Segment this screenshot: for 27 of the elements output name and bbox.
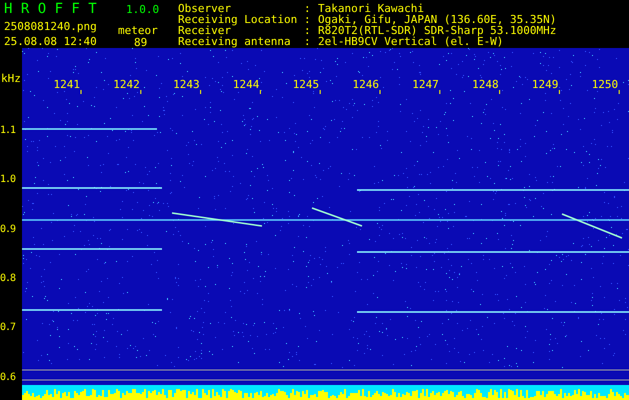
y-axis-label: 0.7 (0, 322, 16, 334)
info-value: 2el-HB9CV Vertical (el. E-W) (318, 36, 504, 47)
info-label: Observer (178, 3, 231, 14)
timestamp: 25.08.08 12:40 (4, 36, 98, 47)
separator: : (304, 25, 312, 36)
separator: : (304, 14, 312, 25)
y-axis-label: 0.9 (0, 224, 16, 236)
file-name: 2508081240.png (4, 21, 98, 32)
y-axis-label: 0.8 (0, 272, 16, 285)
info-value: Takanori Kawachi (318, 3, 424, 14)
y-axis-label: 1.1 (0, 125, 16, 137)
separator: : (304, 36, 312, 47)
separator: : (304, 3, 312, 14)
info-value: R820T2(RTL-SDR) SDR-Sharp 53.1000MHz (318, 25, 556, 36)
info-label: Receiving antenna (178, 36, 292, 47)
y-axis-label: 1.0 (0, 174, 16, 186)
detection-label: meteor (118, 25, 158, 36)
y-axis-label: 0.6 (0, 372, 16, 384)
app-name: H R O F F T (4, 1, 98, 17)
axis-unit-label: kHz (1, 73, 21, 85)
info-label: Receiver (178, 25, 231, 36)
x-axis-label: 1247 (408, 79, 439, 91)
x-axis-label: 1241 (50, 79, 80, 91)
info-label: Receiving Location (178, 14, 298, 25)
version-label: 1.0.0 (126, 4, 160, 15)
detection-count: 89 (134, 37, 148, 48)
info-value: Ogaki, Gifu, JAPAN (136.60E, 35.35N) (318, 14, 556, 25)
